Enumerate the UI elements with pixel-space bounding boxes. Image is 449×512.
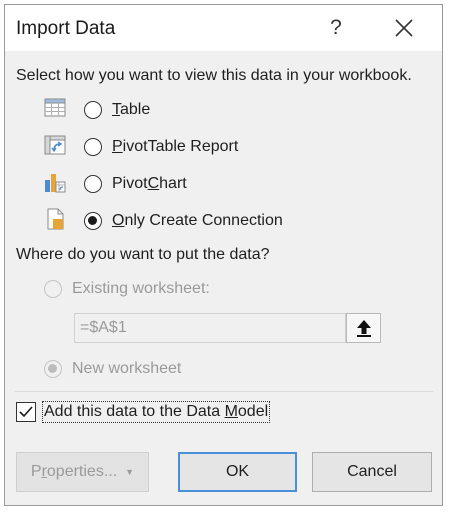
radio-pivotchart-label: PivotChart bbox=[112, 175, 187, 192]
import-data-dialog: Import Data ? Select how you want to vie… bbox=[4, 4, 443, 506]
location-prompt: Where do you want to put the data? bbox=[16, 246, 270, 263]
connection-file-icon bbox=[47, 208, 64, 230]
close-button[interactable] bbox=[389, 13, 419, 43]
radio-pivottable[interactable]: PivotTable Report bbox=[84, 134, 238, 160]
arrow-up-icon bbox=[356, 320, 371, 337]
radio-existing-worksheet-button[interactable] bbox=[44, 280, 62, 298]
pivotchart-icon bbox=[45, 174, 66, 193]
radio-existing-worksheet[interactable]: Existing worksheet: bbox=[44, 276, 210, 302]
radio-pivotchart[interactable]: PivotChart bbox=[84, 171, 187, 197]
radio-new-worksheet-label: New worksheet bbox=[72, 360, 182, 377]
properties-button-label: Properties... bbox=[30, 463, 118, 480]
cell-reference-input[interactable]: =$A$1 bbox=[74, 313, 346, 343]
radio-new-worksheet[interactable]: New worksheet bbox=[44, 356, 181, 382]
cancel-button[interactable]: Cancel bbox=[312, 452, 432, 492]
data-model-label: Add this data to the Data Model bbox=[42, 401, 271, 423]
radio-only-connection-button[interactable] bbox=[84, 212, 102, 230]
checkmark-icon bbox=[19, 406, 33, 418]
radio-table-label: Table bbox=[112, 101, 151, 118]
help-button[interactable]: ? bbox=[323, 13, 349, 43]
radio-table[interactable]: Table bbox=[84, 97, 150, 123]
radio-only-connection-label: Only Create Connection bbox=[112, 212, 283, 229]
ok-button[interactable]: OK bbox=[178, 452, 297, 492]
divider bbox=[15, 391, 433, 392]
properties-button[interactable]: Properties... ▼ bbox=[16, 452, 149, 492]
data-model-checkbox[interactable] bbox=[16, 402, 36, 422]
view-prompt: Select how you want to view this data in… bbox=[16, 67, 412, 84]
close-icon bbox=[395, 19, 413, 37]
pivottable-icon bbox=[44, 135, 66, 155]
radio-new-worksheet-button[interactable] bbox=[44, 360, 62, 378]
radio-pivottable-label: PivotTable Report bbox=[112, 138, 239, 155]
radio-only-connection[interactable]: Only Create Connection bbox=[84, 208, 283, 234]
collapse-dialog-button[interactable] bbox=[346, 313, 381, 343]
title-bar: Import Data ? bbox=[5, 5, 442, 51]
radio-table-button[interactable] bbox=[84, 101, 102, 119]
radio-existing-worksheet-label: Existing worksheet: bbox=[72, 280, 210, 297]
dialog-title: Import Data bbox=[16, 18, 116, 39]
dropdown-caret-icon: ▼ bbox=[125, 467, 135, 477]
table-icon bbox=[44, 98, 66, 117]
data-model-checkbox-row[interactable]: Add this data to the Data Model bbox=[16, 399, 271, 425]
radio-pivotchart-button[interactable] bbox=[84, 175, 102, 193]
radio-pivottable-button[interactable] bbox=[84, 138, 102, 156]
